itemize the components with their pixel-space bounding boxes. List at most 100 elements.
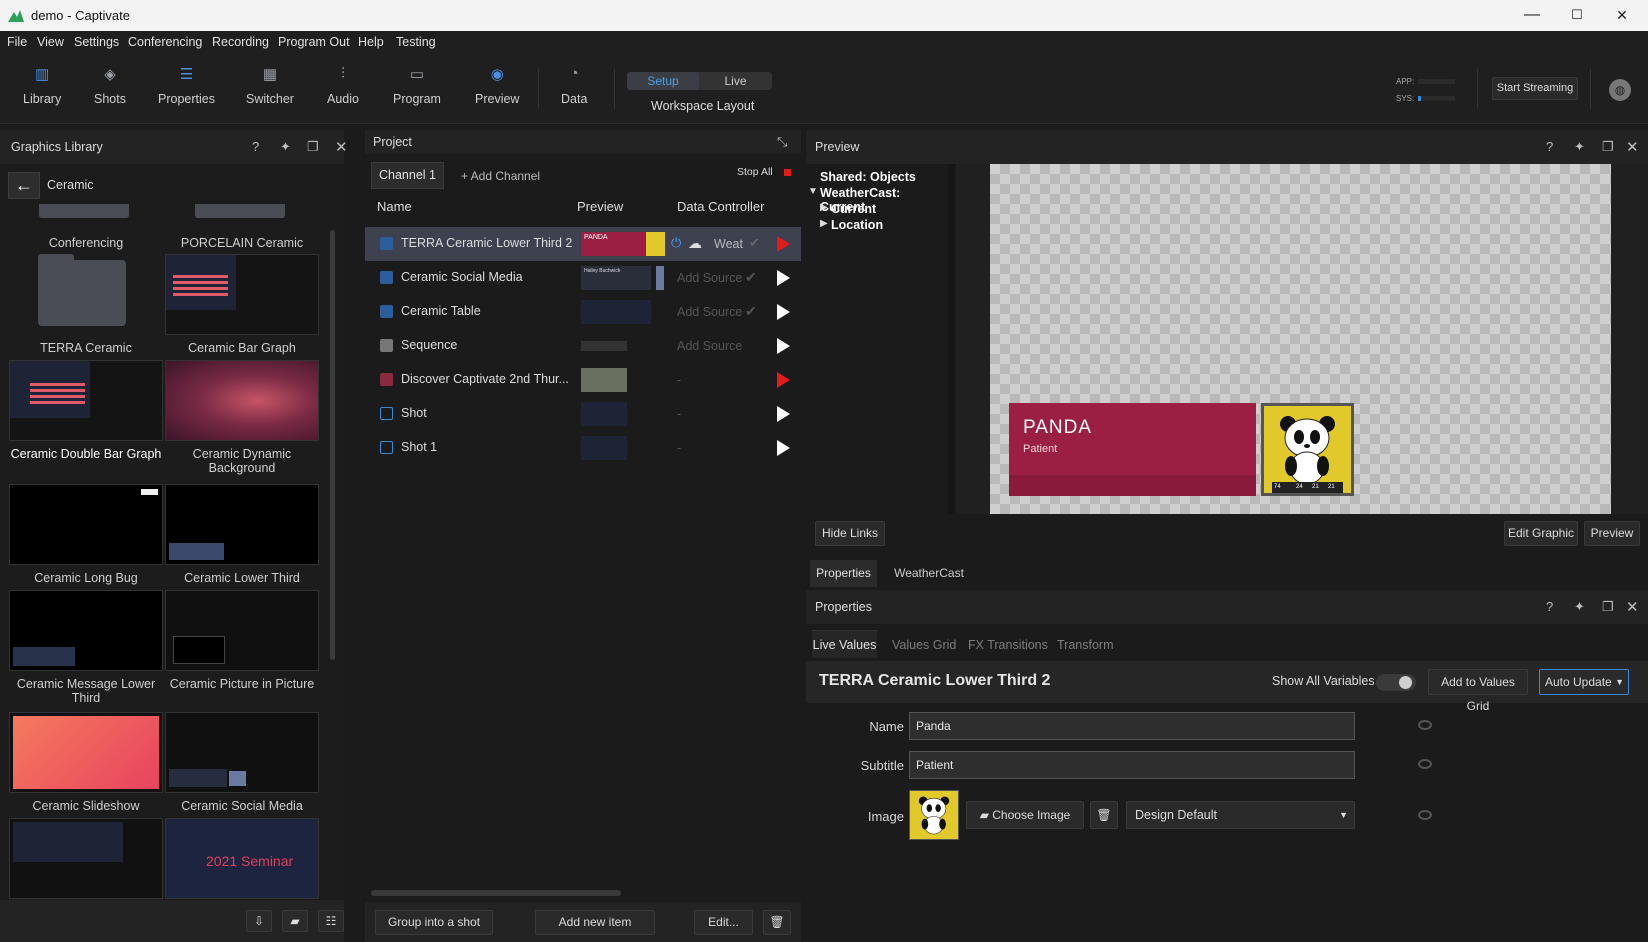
float-window-icon[interactable]: ❐ (307, 139, 319, 155)
library-tile[interactable]: Ceramic Lower Third (165, 484, 319, 585)
play-icon[interactable] (777, 270, 790, 286)
back-button[interactable]: ← (8, 172, 40, 199)
preview-button[interactable]: Preview (1584, 521, 1640, 546)
play-icon[interactable] (777, 236, 790, 252)
menu-file[interactable]: File (7, 35, 27, 49)
project-row[interactable]: TERRA Ceramic Lower Third 2 PANDA ⏻ ☁ We… (365, 227, 801, 261)
image-thumbnail[interactable] (909, 790, 959, 840)
play-icon[interactable] (777, 440, 790, 456)
play-icon[interactable] (777, 338, 790, 354)
import-icon[interactable]: ⇩ (246, 910, 272, 932)
pin-icon[interactable]: ✦ (1574, 599, 1585, 615)
project-row[interactable]: Sequence Add Source (365, 329, 801, 363)
project-row[interactable]: Shot - (365, 397, 801, 431)
maximize-button[interactable]: ☐ (1555, 4, 1599, 26)
library-tile[interactable]: Ceramic Dynamic Background (165, 360, 319, 475)
start-streaming-button[interactable]: Start Streaming (1492, 77, 1578, 100)
pin-icon[interactable]: ✦ (280, 139, 291, 155)
subtitle-field[interactable]: Patient (909, 751, 1355, 779)
menu-conferencing[interactable]: Conferencing (128, 35, 202, 49)
project-hscrollbar[interactable] (371, 890, 621, 896)
library-tile[interactable]: Ceramic Slideshow (9, 712, 163, 813)
collapse-icon[interactable]: ⤡ (777, 134, 787, 150)
library-tile[interactable]: Ceramic Double Bar Graph (9, 360, 163, 461)
close-panel-icon[interactable]: ✕ (335, 138, 348, 156)
stop-all-icon[interactable] (784, 169, 791, 176)
library-tile[interactable]: 2021 Seminar (165, 818, 319, 900)
add-new-item-button[interactable]: Add new item (535, 910, 655, 935)
show-all-variables-toggle[interactable] (1376, 674, 1416, 691)
project-row[interactable]: Discover Captivate 2nd Thur... - (365, 363, 801, 397)
stop-all-button[interactable]: Stop All (737, 166, 773, 178)
float-window-icon[interactable]: ❐ (1602, 599, 1614, 615)
toolbar-data[interactable]: ◔ Data (561, 65, 587, 106)
project-row[interactable]: Ceramic Table Add Source ✔ (365, 295, 801, 329)
toolbar-preview[interactable]: ◉ Preview (475, 65, 519, 106)
tree-item-current[interactable]: Current (831, 202, 876, 216)
collapsed-caret-icon[interactable]: ▶ (820, 218, 828, 229)
close-panel-icon[interactable]: ✕ (1626, 138, 1639, 156)
mode-setup[interactable]: Setup (627, 72, 699, 90)
help-icon[interactable]: ? (1546, 139, 1553, 154)
menu-testing[interactable]: Testing (396, 35, 436, 49)
toolbar-properties[interactable]: ☰ Properties (158, 65, 215, 106)
collapsed-caret-icon[interactable]: ▶ (820, 202, 828, 213)
add-source-button[interactable]: Add Source (677, 339, 742, 353)
list-view-icon[interactable]: ☷ (318, 910, 344, 932)
hide-links-button[interactable]: Hide Links (815, 521, 885, 546)
play-icon[interactable] (777, 372, 790, 388)
toolbar-library[interactable]: ▥ Library (23, 65, 61, 106)
help-icon[interactable]: ? (1546, 599, 1553, 614)
mode-live[interactable]: Live (699, 72, 772, 90)
toolbar-audio[interactable]: ⫶ Audio (327, 65, 359, 106)
library-tile[interactable] (9, 818, 163, 900)
project-row[interactable]: Shot 1 - (365, 431, 801, 465)
tab-weathercast[interactable]: WeatherCast (890, 560, 968, 587)
library-tile[interactable]: Ceramic Social Media (165, 712, 319, 813)
subtab-live-values[interactable]: Live Values (812, 630, 877, 658)
trash-icon[interactable]: 🗑 (1090, 801, 1118, 829)
library-tile[interactable]: Ceramic Bar Graph (165, 254, 319, 355)
new-folder-icon[interactable]: ▰ (282, 910, 308, 932)
choose-image-button[interactable]: ▰ Choose Image (966, 801, 1084, 829)
library-tile[interactable]: PORCELAIN Ceramic (165, 204, 319, 250)
play-icon[interactable] (777, 406, 790, 422)
toolbar-program[interactable]: ▭ Program (393, 65, 441, 106)
library-tile[interactable]: Ceramic Long Bug (9, 484, 163, 585)
auto-update-dropdown[interactable]: Auto Update ▼ (1539, 669, 1629, 695)
subtab-values-grid[interactable]: Values Grid (892, 638, 956, 652)
library-tile[interactable]: TERRA Ceramic (9, 254, 163, 355)
library-tile[interactable]: Conferencing (9, 204, 163, 250)
add-source-button[interactable]: Add Source (677, 305, 742, 319)
add-to-values-grid-button[interactable]: Add to Values Grid (1428, 669, 1528, 713)
float-window-icon[interactable]: ❐ (1602, 139, 1614, 155)
trash-icon[interactable]: 🗑 (763, 910, 791, 935)
toolbar-switcher[interactable]: ▦ Switcher (246, 65, 294, 106)
splitter[interactable] (948, 164, 955, 514)
eye-icon[interactable] (1418, 810, 1432, 820)
subtab-transform[interactable]: Transform (1057, 638, 1114, 652)
group-into-shot-button[interactable]: Group into a shot (375, 910, 493, 935)
eye-icon[interactable] (1418, 720, 1432, 730)
project-row[interactable]: Ceramic Social Media Hailey Buchwick Add… (365, 261, 801, 295)
power-icon[interactable]: ⏻ (671, 235, 681, 251)
menu-view[interactable]: View (37, 35, 64, 49)
pin-icon[interactable]: ✦ (1574, 139, 1585, 155)
tree-root[interactable]: Shared: Objects (820, 170, 916, 184)
help-icon[interactable]: ? (252, 139, 259, 154)
account-avatar-icon[interactable]: ◍ (1609, 79, 1631, 101)
toolbar-shots[interactable]: ◈ Shots (94, 65, 126, 106)
expanded-caret-icon[interactable]: ▼ (808, 186, 818, 197)
close-window-button[interactable]: ✕ (1600, 4, 1644, 26)
tab-properties[interactable]: Properties (810, 560, 877, 587)
tab-channel-1[interactable]: Channel 1 (371, 162, 444, 189)
row-source[interactable]: Weat (714, 237, 743, 251)
tree-item-location[interactable]: Location (831, 218, 883, 232)
workspace-layout-button[interactable]: Workspace Layout (651, 99, 754, 113)
library-scrollbar[interactable] (330, 230, 335, 660)
menu-settings[interactable]: Settings (74, 35, 119, 49)
library-tile[interactable]: Ceramic Picture in Picture (165, 590, 319, 691)
eye-icon[interactable] (1418, 759, 1432, 769)
subtab-fx-transitions[interactable]: FX Transitions (968, 638, 1048, 652)
menu-recording[interactable]: Recording (212, 35, 269, 49)
